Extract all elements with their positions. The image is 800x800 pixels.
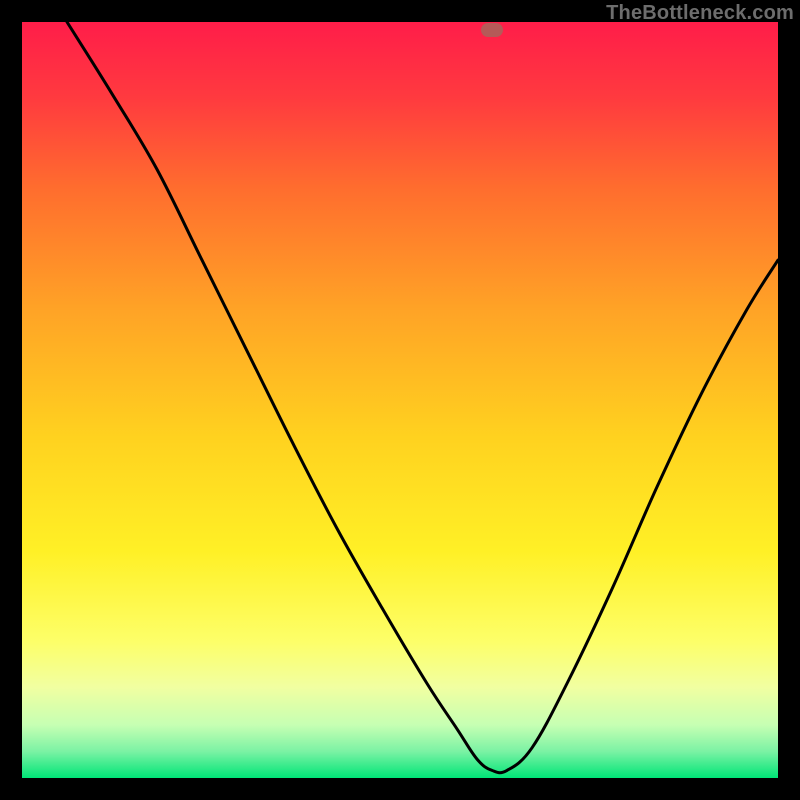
bottleneck-marker [481,23,503,37]
plot-area [22,22,778,778]
chart-frame: TheBottleneck.com [0,0,800,800]
background-gradient [22,22,778,778]
attribution-text: TheBottleneck.com [606,2,794,25]
